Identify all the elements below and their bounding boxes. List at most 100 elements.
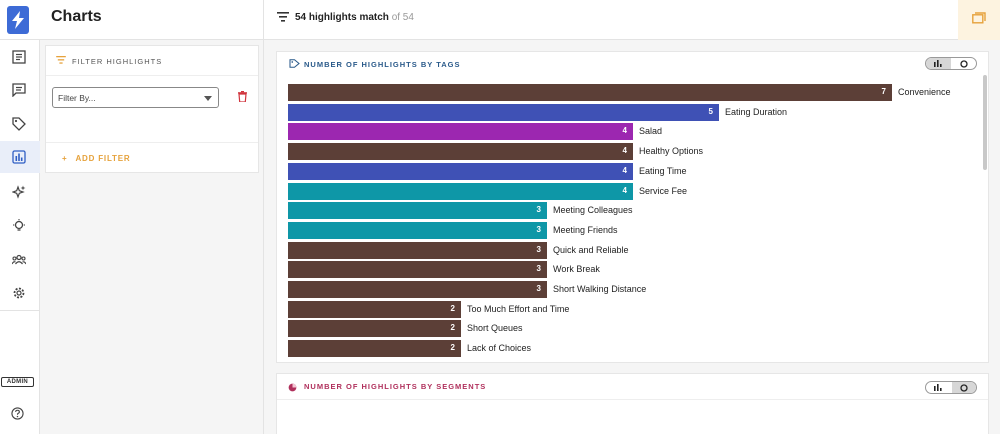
nav-item-documents[interactable] (0, 41, 40, 73)
app-logo[interactable] (7, 6, 29, 34)
panel-divider (263, 40, 264, 434)
bar-label: Convenience (898, 87, 951, 97)
page-title: Charts (51, 8, 102, 25)
bar-meeting-friends[interactable]: 3 (288, 222, 547, 239)
bar-salad[interactable]: 4 (288, 123, 633, 140)
lightning-icon (12, 11, 24, 29)
tags-view-toggle (925, 57, 977, 70)
bar-chart-icon (12, 150, 26, 164)
left-nav: ADMIN (0, 40, 40, 434)
admin-badge[interactable]: ADMIN (1, 377, 34, 387)
bar-short-queues[interactable]: 2 (288, 320, 461, 337)
tag-icon (289, 59, 300, 68)
bar-value: 3 (536, 245, 541, 254)
segments-view-toggle (925, 381, 977, 394)
bar-eating-time[interactable]: 4 (288, 163, 633, 180)
bar-value: 5 (708, 107, 713, 116)
tag-icon (12, 117, 26, 131)
bar-value: 3 (536, 264, 541, 273)
bar-label: Eating Time (639, 166, 687, 176)
bar-label: Quick and Reliable (553, 245, 629, 255)
pie-view-button[interactable] (952, 382, 976, 393)
filter-panel-divider (46, 142, 258, 143)
match-total: of 54 (391, 12, 414, 23)
add-filter-label: ADD FILTER (75, 154, 131, 163)
bar-too-much-effort-and-time[interactable]: 2 (288, 301, 461, 318)
chart-scrollbar[interactable] (983, 75, 987, 170)
bar-label: Meeting Colleagues (553, 205, 633, 215)
nav-item-ai[interactable] (0, 176, 40, 208)
bar-label: Healthy Options (639, 146, 704, 156)
bar-value: 3 (536, 284, 541, 293)
bar-lack-of-choices[interactable]: 2 (288, 340, 461, 357)
header-divider (263, 0, 264, 40)
tags-chart-title: NUMBER OF HIGHLIGHTS BY TAGS (304, 60, 461, 69)
filter-by-select[interactable]: Filter By... (52, 87, 219, 108)
bar-short-walking-distance[interactable]: 3 (288, 281, 547, 298)
filter-panel-header: FILTER HIGHLIGHTS (46, 46, 258, 76)
match-count: 54 highlights match (295, 12, 389, 23)
bar-value: 3 (536, 205, 541, 214)
nav-item-tags[interactable] (0, 108, 40, 140)
bar-label: Short Queues (467, 323, 523, 333)
slides-icon (972, 12, 986, 24)
bar-value: 3 (536, 225, 541, 234)
filter-by-placeholder: Filter By... (58, 93, 96, 103)
bar-chart-icon (934, 384, 942, 391)
pie-chart-icon (960, 384, 968, 392)
tags-chart-header: NUMBER OF HIGHLIGHTS BY TAGS (277, 52, 988, 74)
bar-label: Service Fee (639, 186, 688, 196)
segments-chart-header: NUMBER OF HIGHLIGHTS BY SEGMENTS (277, 374, 988, 400)
bar-work-break[interactable]: 3 (288, 261, 547, 278)
bar-chart-icon (934, 60, 942, 67)
bar-label: Lack of Choices (467, 343, 532, 353)
nav-item-insights[interactable] (0, 210, 40, 242)
nav-item-charts[interactable] (0, 141, 40, 173)
bar-view-button[interactable] (926, 58, 951, 69)
sparkle-icon (12, 185, 26, 199)
bar-value: 2 (450, 304, 455, 313)
bar-meeting-colleagues[interactable]: 3 (288, 202, 547, 219)
chevron-down-icon (204, 96, 212, 101)
bar-healthy-options[interactable]: 4 (288, 143, 633, 160)
filter-highlights-panel: FILTER HIGHLIGHTS Filter By... + ADD FILT… (45, 45, 259, 173)
add-filter-button[interactable]: + ADD FILTER (62, 154, 130, 163)
bar-value: 4 (622, 146, 627, 155)
filter-panel-title: FILTER HIGHLIGHTS (72, 57, 163, 66)
nav-item-participants[interactable] (0, 244, 40, 276)
pie-chart-icon (960, 60, 968, 68)
bar-label: Too Much Effort and Time (467, 304, 570, 314)
nav-item-comments[interactable] (0, 74, 40, 106)
bar-label: Work Break (553, 264, 600, 274)
comment-icon (12, 83, 26, 97)
people-icon (12, 254, 26, 265)
help-icon[interactable] (11, 407, 24, 420)
bar-quick-and-reliable[interactable]: 3 (288, 242, 547, 259)
nav-item-settings[interactable] (0, 277, 40, 309)
bar-convenience[interactable]: 7 (288, 84, 892, 101)
top-header: Charts 54 highlights match of 54 (0, 0, 1000, 40)
bar-value: 7 (881, 87, 886, 96)
lightbulb-icon (13, 219, 25, 231)
nav-divider (0, 310, 40, 311)
bar-value: 4 (622, 186, 627, 195)
document-icon (12, 50, 26, 64)
trash-icon[interactable] (238, 91, 247, 102)
bar-label: Meeting Friends (553, 225, 618, 235)
highlights-match-text: 54 highlights match of 54 (295, 12, 414, 23)
bar-label: Short Walking Distance (553, 284, 647, 294)
gear-icon (13, 287, 25, 299)
bar-label: Salad (639, 126, 663, 136)
bar-service-fee[interactable]: 4 (288, 183, 633, 200)
bar-value: 2 (450, 343, 455, 352)
bar-view-button[interactable] (926, 382, 951, 393)
present-button[interactable] (958, 0, 1000, 40)
plus-icon: + (62, 154, 68, 163)
segments-chart-title: NUMBER OF HIGHLIGHTS BY SEGMENTS (304, 382, 487, 391)
bar-value: 4 (622, 166, 627, 175)
pie-view-button[interactable] (952, 58, 976, 69)
filter-lines-icon[interactable] (277, 12, 289, 22)
bar-value: 2 (450, 323, 455, 332)
bar-eating-duration[interactable]: 5 (288, 104, 719, 121)
pie-chart-icon (288, 383, 297, 392)
